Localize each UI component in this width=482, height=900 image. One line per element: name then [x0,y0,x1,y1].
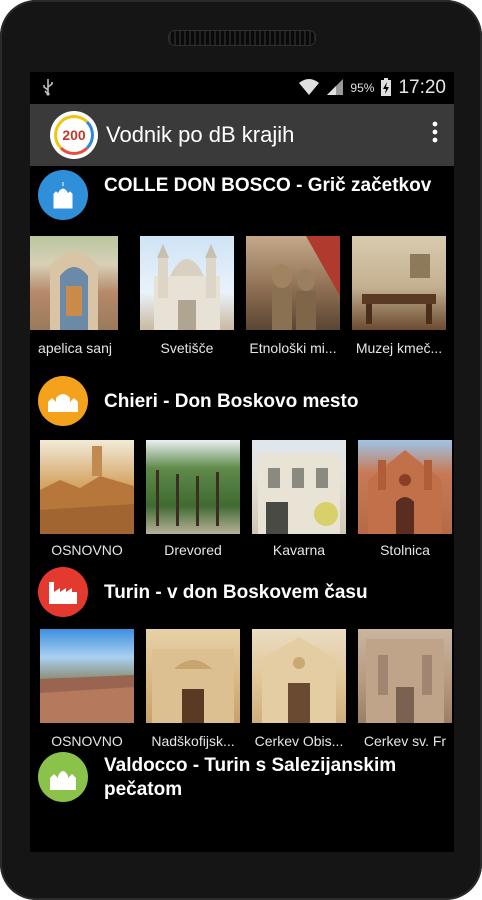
status-bar: 95% 17:20 [30,72,454,104]
tile-cerkev-sv-fr[interactable]: Cerkev sv. Fr [352,629,454,753]
tile-row: OSNOVNO Drevored Kavarna Stolnica [34,440,454,564]
tile-svetisce[interactable]: Svetišče [134,236,240,366]
section-title: Valdocco - Turin s Salezijanskim pečatom [104,755,397,800]
basilica-icon [38,752,88,802]
tile-image [40,440,134,534]
tile-row: apelica sanj Svetišče Etnološki mi... Mu… [30,236,454,366]
tile-image [352,236,446,330]
tile-image [246,236,340,330]
status-right: 95% 17:20 [298,77,446,100]
section-valdocco: Valdocco - Turin s Salezijanskim pečatom [30,752,454,822]
tile-image [30,236,118,330]
phone-frame: 95% 17:20 200 Vodnik po dB krajih COLLE … [0,0,482,900]
tile-osnovno-turin[interactable]: OSNOVNO [34,629,140,753]
tile-caption: Etnološki mi... [249,340,337,356]
tile-caption: OSNOVNO [51,733,123,749]
factory-icon [38,567,88,617]
tile-etnoloski-muzej[interactable]: Etnološki mi... [240,236,346,366]
battery-percent: 95 [350,81,364,95]
section-header[interactable]: Turin - v don Boskovem času [30,559,454,627]
tile-caption: Cerkev Obis... [254,733,344,749]
tile-image [146,629,240,723]
wifi-icon [298,78,320,99]
tile-image [252,629,346,723]
church-dome-icon [38,170,88,220]
usb-icon [42,78,54,99]
tile-stolnica[interactable]: Stolnica [352,440,454,564]
tile-muzej-kmecke[interactable]: Muzej kmeč... [346,236,452,366]
tile-drevored[interactable]: Drevored [140,440,246,564]
tile-image [140,236,234,330]
tile-caption: Muzej kmeč... [355,340,443,356]
tile-caption: OSNOVNO [51,542,123,558]
tile-nadskofijska[interactable]: Nadškofijsk... [140,629,246,753]
phone-bottom-bezel [0,852,482,900]
tile-image [358,440,452,534]
tile-caption: apelica sanj [38,340,112,356]
tile-osnovno[interactable]: OSNOVNO [34,440,140,564]
app-bar: 200 Vodnik po dB krajih [30,104,454,166]
tile-image [146,440,240,534]
screen: 95% 17:20 200 Vodnik po dB krajih COLLE … [30,72,454,852]
tile-cerkev-obiskanja[interactable]: Cerkev Obis... [246,629,352,753]
tile-row: OSNOVNO Nadškofijsk... Cerkev Obis... Ce… [34,629,454,753]
tile-kavarna[interactable]: Kavarna [246,440,352,564]
app-title: Vodnik po dB krajih [106,122,295,147]
section-header[interactable]: COLLE DON BOSCO - Grič začetkov [30,166,454,228]
section-title: Turin - v don Boskovem času [104,582,368,603]
tile-caption: Cerkev sv. Fr [363,733,447,749]
tile-image [40,629,134,723]
tile-caption: Kavarna [272,542,326,558]
app-logo-text: 200 [62,127,86,143]
status-time: 17:20 [398,77,446,98]
app-logo[interactable]: 200 [50,111,98,159]
tile-caption: Drevored [164,542,222,558]
tile-caption: Stolnica [380,542,430,558]
overflow-menu-icon[interactable] [424,121,446,149]
tile-kapelica-sanj[interactable]: apelica sanj [30,236,134,366]
tile-caption: Nadškofijsk... [151,733,235,749]
section-colle-don-bosco: COLLE DON BOSCO - Grič začetkov apelica … [30,166,454,366]
signal-icon [326,78,344,99]
battery-charging-icon [380,77,392,100]
tile-image [358,629,452,723]
battery-percent-unit: % [363,81,375,95]
section-turin: Turin - v don Boskovem času OSNOVNO Nadš… [30,559,454,752]
cathedral-icon [38,376,88,426]
section-header[interactable]: Chieri - Don Boskovo mesto [30,366,454,436]
section-header[interactable]: Valdocco - Turin s Salezijanskim pečatom [30,752,454,812]
tile-image [252,440,346,534]
section-chieri: Chieri - Don Boskovo mesto OSNOVNO Drevo… [30,366,454,559]
speaker-grille [168,30,316,46]
section-title: COLLE DON BOSCO - Grič začetkov [104,175,432,196]
section-title: Chieri - Don Boskovo mesto [104,391,359,412]
tile-caption: Svetišče [160,340,214,356]
